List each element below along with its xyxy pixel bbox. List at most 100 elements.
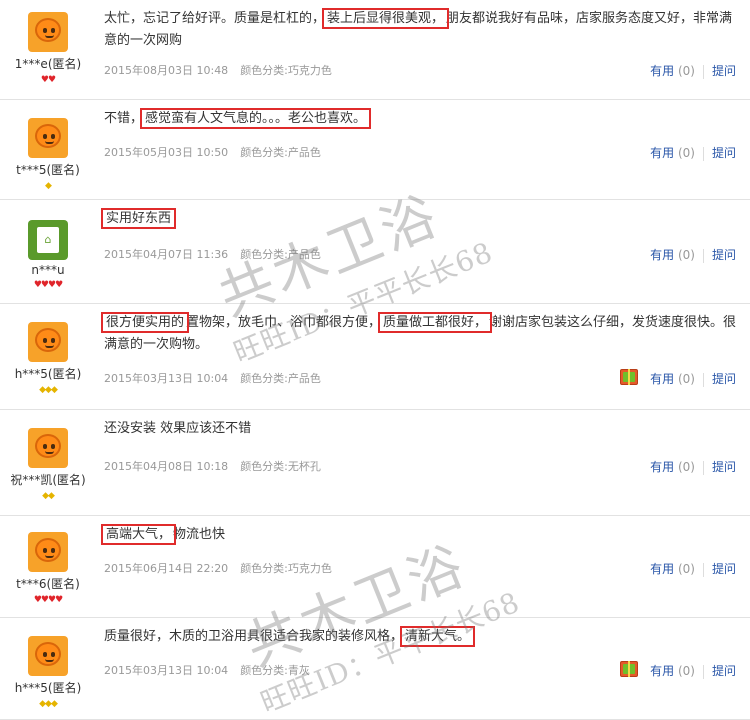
useful-button[interactable]: 有用 (0) [650,146,695,160]
gift-icon [620,661,638,677]
ask-button[interactable]: 提问 [712,146,736,160]
useful-button[interactable]: 有用 (0) [650,372,695,386]
review-actions: 有用 (0) 提问 [650,144,736,161]
gift-icon [620,369,638,385]
useful-count: (0) [677,562,695,576]
review-actions: 有用 (0) 提问 [650,246,736,263]
reviewer-info: h***5(匿名) ◆◆◆ [0,322,96,395]
review-text-segment: 还没安装 效果应该还不错 [104,421,252,436]
taobao-doll-avatar[interactable] [28,322,68,362]
taobao-doll-avatar[interactable] [28,12,68,52]
heart-level-icon: ♥♥♥♥ [33,280,63,290]
divider [702,372,704,387]
useful-label: 有用 [650,372,675,386]
divider [702,248,704,263]
review-text: 还没安装 效果应该还不错 [104,418,742,440]
review-date: 2015年04月08日 10:18 [104,460,229,473]
reviewer-name[interactable]: n***u [0,263,96,277]
sku-spec: 颜色分类:青灰 [240,664,310,677]
highlighted-phrase: 实用好东西 [100,208,177,229]
useful-label: 有用 [650,146,675,160]
highlighted-phrase: 感觉蛮有人文气息的。。。老公也喜欢。 [140,108,372,129]
review-text-segment: 不错， [104,111,144,126]
useful-count: (0) [677,64,695,78]
useful-button[interactable]: 有用 (0) [650,562,695,576]
sku-spec: 颜色分类:产品色 [240,372,321,385]
review-text: 实用好东西 [100,208,742,230]
highlighted-phrase: 装上后显得很美观， [322,8,450,29]
reviewer-name[interactable]: h***5(匿名) [0,365,96,382]
diamond-level-icon: ◆◆◆ [39,385,58,395]
taobao-doll-avatar[interactable] [28,118,68,158]
useful-button[interactable]: 有用 (0) [650,64,695,78]
review-item: ⌂ n***u ♥♥♥♥ 实用好东西 2015年04月07日 11:36 颜色分类:产品色… [0,200,750,304]
review-meta: 2015年05月03日 10:50 颜色分类:产品色 [104,144,333,160]
reviewer-info: 1***e(匿名) ♥♥ [0,12,96,85]
review-actions: 有用 (0) 提问 [650,370,736,387]
review-actions: 有用 (0) 提问 [650,458,736,475]
taobao-doll-avatar[interactable] [28,532,68,572]
review-text: 很方便实用的 置物架，放毛巾、浴巾都很方便， 质量做工都很好， 谢谢店家包装这么仔细，… [100,312,742,356]
review-text-segment: 太忙，忘记了给好评。质量是杠杠的， [104,11,326,26]
ask-button[interactable]: 提问 [712,372,736,386]
heart-level-icon: ♥♥♥♥ [33,595,63,605]
review-text: 质量很好，木质的卫浴用具很适合我家的装修风格， 清新大气。 [104,626,742,648]
heart-level-icon: ♥♥ [40,75,56,85]
reviewer-info: 祝***凯(匿名) ◆◆ [0,428,96,501]
divider [702,146,704,161]
review-meta: 2015年03月13日 10:04 颜色分类:产品色 [104,370,333,386]
useful-label: 有用 [650,460,675,474]
review-actions: 有用 (0) 提问 [650,560,736,577]
review-meta: 2015年03月13日 10:04 颜色分类:青灰 [104,662,322,678]
useful-button[interactable]: 有用 (0) [650,460,695,474]
highlighted-phrase: 质量做工都很好， [378,312,493,333]
review-text-segment: 置物架，放毛巾、浴巾都很方便， [186,315,382,330]
review-item: t***5(匿名) ◆ 不错， 感觉蛮有人文气息的。。。老公也喜欢。 2015年05月0… [0,100,750,200]
ask-button[interactable]: 提问 [712,664,736,678]
reviewer-name[interactable]: t***5(匿名) [0,161,96,178]
highlighted-phrase: 很方便实用的 [100,312,190,333]
divider [702,460,704,475]
ask-button[interactable]: 提问 [712,562,736,576]
review-text-segment: 物流也快 [173,527,226,542]
review-date: 2015年06月14日 22:20 [104,562,229,575]
divider [702,64,704,79]
reviewer-info: h***5(匿名) ◆◆◆ [0,636,96,709]
green-tile-avatar[interactable]: ⌂ [28,220,68,260]
review-date: 2015年04月07日 11:36 [104,248,229,261]
ask-button[interactable]: 提问 [712,64,736,78]
taobao-doll-avatar[interactable] [28,636,68,676]
sku-spec: 颜色分类:巧克力色 [240,562,332,575]
review-item: 1***e(匿名) ♥♥ 太忙，忘记了给好评。质量是杠杠的， 装上后显得很美观， 朋友都… [0,0,750,100]
review-item: h***5(匿名) ◆◆◆ 质量很好，木质的卫浴用具很适合我家的装修风格， 清新大气。… [0,618,750,720]
reviewer-info: ⌂ n***u ♥♥♥♥ [0,220,96,290]
review-text: 高端大气， 物流也快 [100,524,742,546]
review-text: 太忙，忘记了给好评。质量是杠杠的， 装上后显得很美观， 朋友都说我好有品味，店家服务… [104,8,742,52]
reviewer-name[interactable]: t***6(匿名) [0,575,96,592]
useful-count: (0) [677,664,695,678]
review-meta: 2015年06月14日 22:20 颜色分类:巧克力色 [104,560,344,576]
review-item: h***5(匿名) ◆◆◆ 很方便实用的 置物架，放毛巾、浴巾都很方便， 质量做工都很好… [0,304,750,410]
useful-label: 有用 [650,562,675,576]
sku-spec: 颜色分类:产品色 [240,248,321,261]
ask-button[interactable]: 提问 [712,248,736,262]
useful-button[interactable]: 有用 (0) [650,248,695,262]
review-meta: 2015年04月08日 10:18 颜色分类:无杯孔 [104,458,333,474]
reviewer-name[interactable]: h***5(匿名) [0,679,96,696]
useful-count: (0) [677,372,695,386]
useful-label: 有用 [650,664,675,678]
ask-button[interactable]: 提问 [712,460,736,474]
divider [702,664,704,679]
sku-spec: 颜色分类:巧克力色 [240,64,332,77]
reviewer-name[interactable]: 1***e(匿名) [0,55,96,72]
review-actions: 有用 (0) 提问 [650,662,736,679]
useful-button[interactable]: 有用 (0) [650,664,695,678]
taobao-doll-avatar[interactable] [28,428,68,468]
highlighted-phrase: 清新大气。 [400,626,476,647]
reviewer-name[interactable]: 祝***凯(匿名) [0,471,96,488]
reviewer-info: t***6(匿名) ♥♥♥♥ [0,532,96,605]
review-meta: 2015年08月03日 10:48 颜色分类:巧克力色 [104,62,344,78]
review-text: 不错， 感觉蛮有人文气息的。。。老公也喜欢。 [104,108,742,130]
useful-label: 有用 [650,64,675,78]
diamond-level-icon: ◆◆ [42,491,55,501]
